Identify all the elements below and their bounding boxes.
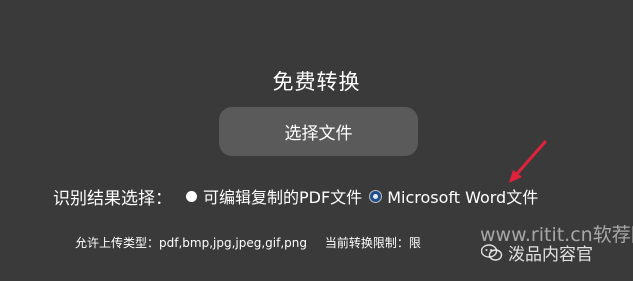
page-title: 免费转换 bbox=[272, 70, 361, 94]
radio-word[interactable] bbox=[370, 190, 382, 202]
option-word-label[interactable]: Microsoft Word文件 bbox=[387, 184, 538, 208]
watermark-wechat: 泼品内容官 bbox=[481, 240, 593, 265]
recognition-label: 识别结果选择： bbox=[53, 188, 172, 209]
option-pdf-label[interactable]: 可编辑复制的PDF文件 bbox=[203, 184, 362, 208]
recognition-options: 识别结果选择： 可编辑复制的PDF文件 Microsoft Word文件 bbox=[53, 183, 546, 209]
red-arrow-annotation-icon bbox=[509, 140, 547, 183]
allowed-types-text: 允许上传类型：pdf,bmp,jpg,jpeg,gif,png bbox=[75, 236, 307, 250]
select-file-button[interactable]: 选择文件 bbox=[219, 107, 418, 156]
wechat-icon bbox=[481, 243, 503, 261]
upload-info: 允许上传类型：pdf,bmp,jpg,jpeg,gif,png 当前转换限制：限 bbox=[75, 234, 421, 251]
watermark-wechat-text: 泼品内容官 bbox=[508, 245, 593, 265]
current-limit-text: 当前转换限制：限 bbox=[324, 236, 421, 250]
radio-pdf[interactable] bbox=[186, 190, 197, 202]
